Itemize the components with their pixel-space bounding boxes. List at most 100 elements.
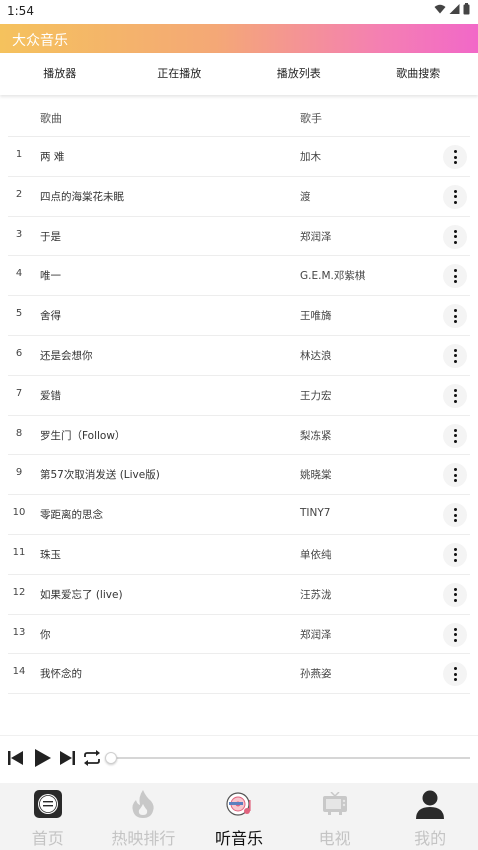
song-list: 1两 难加木 2 四点的海棠花未眠渡 3 于是 郑润泽 4 唯一 G.E.M.邓紫棋 5 舍得 王唯旖… — [0, 137, 478, 694]
tab-now-playing[interactable]: 正在播放 — [120, 53, 240, 95]
nav-label: 电视 — [318, 829, 351, 848]
tab-player[interactable]: 播放器 — [0, 53, 120, 95]
song-index: 2 — [15, 188, 23, 200]
song-title: 两 难 — [40, 151, 65, 163]
previous-icon — [8, 751, 23, 765]
song-title: 于是 — [40, 230, 61, 243]
more-vertical-icon — [453, 667, 457, 682]
song-index: 5 — [15, 308, 23, 320]
more-options-button[interactable] — [443, 343, 467, 368]
more-options-button[interactable] — [443, 503, 467, 528]
nav-home[interactable]: 首页 — [0, 783, 96, 850]
song-index: 3 — [15, 228, 23, 240]
repeat-button[interactable] — [81, 748, 103, 768]
song-index: 8 — [15, 427, 23, 439]
bottom-nav: 首页 热映排行 听音乐 电视 我的 — [0, 783, 478, 850]
tab-song-search[interactable]: 歌曲搜索 — [359, 53, 478, 95]
more-vertical-icon — [453, 627, 457, 642]
song-row[interactable]: 4 唯一 G.E.M.邓紫棋 — [0, 256, 478, 296]
more-options-button[interactable] — [443, 224, 467, 249]
tab-playlist[interactable]: 播放列表 — [239, 53, 359, 95]
song-artist: 单依纯 — [300, 548, 332, 561]
song-row[interactable]: 12 如果爱忘了 (live) 汪苏泷 — [0, 575, 478, 615]
column-header-artist: 歌手 — [300, 112, 322, 125]
play-button[interactable] — [33, 748, 53, 768]
app-title: 大众音乐 — [12, 33, 68, 49]
more-vertical-icon — [453, 468, 457, 483]
mini-player — [0, 740, 478, 778]
wifi-icon — [434, 4, 446, 14]
song-artist: G.E.M.邓紫棋 — [300, 270, 366, 283]
status-icons — [434, 3, 470, 15]
repeat-icon — [84, 750, 100, 766]
progress-bar[interactable] — [112, 757, 470, 759]
nav-label: 首页 — [31, 829, 64, 848]
user-icon — [415, 789, 445, 819]
song-row[interactable]: 9 第57次取消发送 (Live版) 姚晓棠 — [0, 455, 478, 495]
more-options-button[interactable] — [443, 145, 467, 169]
song-row[interactable]: 1 两 难 加木 — [0, 137, 478, 177]
song-row[interactable]: 10 零距离的思念 TINY7 — [0, 495, 478, 535]
column-header-song: 歌曲 — [40, 112, 62, 125]
nav-label: 热映排行 — [111, 829, 176, 848]
list-header: 歌曲 歌手 — [0, 97, 478, 137]
more-options-button[interactable] — [443, 423, 467, 448]
nav-hot-ranking[interactable]: 热映排行 — [96, 783, 192, 850]
song-title: 我怀念的 — [40, 668, 82, 681]
more-vertical-icon — [453, 229, 457, 244]
song-index: 9 — [15, 467, 23, 479]
song-row[interactable]: 8 罗生门（Follow） 梨冻紧 — [0, 416, 478, 456]
more-vertical-icon — [453, 547, 457, 562]
song-artist: 郑润泽 — [300, 230, 332, 243]
song-title: 如果爱忘了 (live) — [40, 588, 123, 601]
song-artist: 姚晓棠 — [300, 469, 332, 482]
song-artist: 林达浪 — [300, 349, 332, 362]
song-row[interactable]: 7 爱错 王力宏 — [0, 376, 478, 416]
song-index: 13 — [12, 626, 26, 638]
nav-tv[interactable]: 电视 — [287, 783, 383, 850]
status-time: 1:54 — [7, 4, 34, 18]
song-title: 第57次取消发送 (Live版) — [40, 469, 160, 482]
more-vertical-icon — [453, 150, 457, 164]
more-options-button[interactable] — [443, 304, 467, 329]
more-vertical-icon — [453, 348, 457, 363]
song-artist: 梨冻紧 — [300, 429, 332, 442]
more-options-button[interactable] — [443, 463, 467, 488]
song-title: 罗生门（Follow） — [40, 429, 126, 442]
divider — [0, 735, 478, 736]
more-options-button[interactable] — [443, 662, 467, 687]
nav-mine[interactable]: 我的 — [382, 783, 478, 850]
nav-label: 听音乐 — [214, 829, 263, 848]
song-index: 6 — [15, 347, 23, 359]
more-vertical-icon — [453, 189, 457, 204]
more-options-button[interactable] — [443, 582, 467, 607]
song-title: 珠玉 — [40, 548, 61, 561]
progress-thumb[interactable] — [105, 752, 117, 764]
previous-button[interactable] — [6, 748, 26, 768]
song-index: 10 — [12, 507, 26, 519]
song-title: 零距离的思念 — [40, 509, 103, 522]
song-index: 4 — [15, 268, 23, 280]
nav-listen-music[interactable]: 听音乐 — [191, 783, 287, 850]
song-row[interactable]: 5 舍得 王唯旖 — [0, 296, 478, 336]
more-options-button[interactable] — [443, 622, 467, 647]
song-row[interactable]: 11 珠玉 单依纯 — [0, 535, 478, 575]
song-title: 四点的海棠花未眠 — [40, 190, 124, 203]
more-options-button[interactable] — [443, 383, 467, 408]
song-row[interactable]: 13 你 郑润泽 — [0, 615, 478, 655]
more-options-button[interactable] — [443, 542, 467, 567]
more-options-button[interactable] — [443, 184, 467, 209]
more-vertical-icon — [453, 388, 457, 403]
next-button[interactable] — [57, 748, 77, 768]
more-vertical-icon — [453, 587, 457, 602]
nav-label: 我的 — [414, 829, 447, 848]
song-row[interactable]: 3 于是 郑润泽 — [0, 217, 478, 257]
song-row[interactable]: 14 我怀念的 孙燕姿 — [0, 654, 478, 694]
song-row[interactable]: 2 四点的海棠花未眠 渡 — [0, 177, 478, 217]
more-options-button[interactable] — [443, 264, 467, 289]
song-title: 还是会想你 — [40, 349, 93, 362]
tab-bar: 播放器 正在播放 播放列表 歌曲搜索 — [0, 53, 478, 95]
song-row[interactable]: 6 还是会想你 林达浪 — [0, 336, 478, 376]
song-index: 1 — [15, 149, 23, 160]
flame-icon — [128, 789, 158, 819]
